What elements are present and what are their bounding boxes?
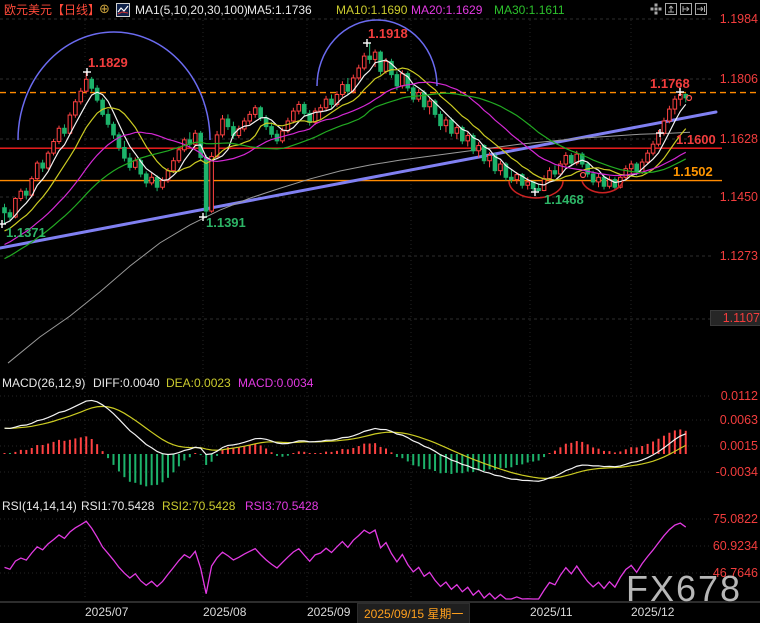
macd-diff-value: DIFF:0.0040 [93,376,160,390]
fit-horizontal-icon[interactable] [680,3,692,15]
resistance-level-label: 1.1600 [676,133,716,147]
macd-title: MACD(26,12,9) [2,376,85,390]
rsi-title: RSI(14,14,14) [2,499,77,513]
rsi-axis-tick: 60.9234 [712,539,758,553]
macd-axis-tick: 0.0063 [712,413,758,427]
pan-icon[interactable] [650,3,662,15]
macd-axis-tick: 0.0015 [712,439,758,453]
swing-high-label: 1.1768 [650,77,690,91]
chart-type-icon[interactable] [116,3,130,17]
ma-settings-label: MA1(5,10,20,30,100) [135,3,248,17]
price-axis-tick: 1.1984 [712,12,758,26]
crosshair-date-label: 2025/09/15 星期一 [357,603,470,623]
date-axis-tick: 2025/11 [530,605,573,619]
macd-axis-tick: -0.0034 [712,465,758,479]
scroll-to-end-icon[interactable] [695,3,707,15]
date-axis-tick: 2025/08 [203,605,246,619]
price-axis-tick: 1.1273 [712,249,758,263]
fx678-watermark: FX678 [626,568,742,610]
symbol-title: 欧元美元【日线】 [4,3,100,17]
ma20-value: MA20:1.1629 [411,3,482,17]
swing-high-label: 1.1829 [88,56,128,70]
support-level-label: 1.1502 [673,165,713,179]
date-axis-tick: 2025/09 [307,605,350,619]
macd-axis-tick: 0.0112 [712,389,758,403]
ma5-value: MA5:1.1736 [247,3,312,17]
swing-low-label: 1.1371 [6,226,46,240]
rsi3-value: RSI3:70.5428 [245,499,318,513]
swing-low-label: 1.1468 [544,193,584,207]
rsi1-value: RSI1:70.5428 [81,499,154,513]
swing-low-label: 1.1391 [206,216,246,230]
crosshair-price-label: 1.1107 [710,310,760,326]
chart-canvas[interactable] [0,0,760,623]
rsi2-value: RSI2:70.5428 [162,499,235,513]
chart-window: 欧元美元【日线】 ⊕ MA1(5,10,20,30,100) MA5:1.173… [0,0,760,623]
ma30-value: MA30:1.1611 [494,3,565,17]
swing-high-label: 1.1918 [368,27,408,41]
ma10-value: MA10:1.1690 [336,3,407,17]
price-axis-tick: 1.1628 [712,132,758,146]
date-axis-tick: 2025/07 [85,605,128,619]
macd-dea-value: DEA:0.0023 [166,376,231,390]
add-overlay-icon[interactable]: ⊕ [99,2,110,16]
price-axis-tick: 1.1806 [712,72,758,86]
price-axis-tick: 1.1450 [712,190,758,204]
rsi-axis-tick: 75.0822 [712,512,758,526]
macd-hist-value: MACD:0.0034 [238,376,313,390]
fit-vertical-icon[interactable] [665,3,677,15]
